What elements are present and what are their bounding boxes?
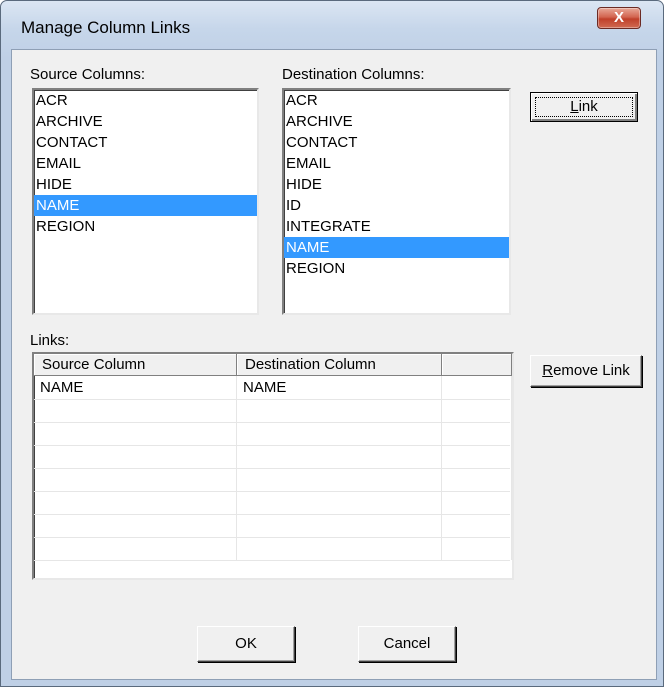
close-icon: X	[613, 9, 624, 26]
source-column-item-region[interactable]: REGION	[34, 216, 257, 237]
dialog-window: Manage Column Links X Source Columns: AC…	[0, 0, 664, 687]
table-row[interactable]	[34, 422, 512, 446]
source-columns-label: Source Columns:	[30, 66, 146, 83]
table-cell: NAME	[237, 376, 442, 399]
table-cell	[237, 537, 442, 560]
links-grid[interactable]: Source Column Destination Column NAME NAM…	[32, 352, 514, 580]
table-cell	[34, 491, 237, 514]
destination-column-item-name[interactable]: NAME	[284, 237, 509, 258]
table-cell	[442, 537, 512, 560]
source-columns-list[interactable]: ACR ARCHIVE CONTACT EMAIL HIDE NAME REGION	[32, 88, 259, 315]
source-column-item-hide[interactable]: HIDE	[34, 174, 257, 195]
table-cell: NAME	[34, 376, 237, 399]
links-label: Links:	[30, 332, 70, 349]
table-cell	[442, 491, 512, 514]
table-cell	[442, 399, 512, 422]
ok-button[interactable]: OK	[197, 626, 295, 662]
table-cell	[34, 399, 237, 422]
dialog-client-area: Source Columns: ACR ARCHIVE CONTACT EMAIL HI…	[11, 49, 657, 680]
destination-column-item-region[interactable]: REGION	[284, 258, 509, 279]
destination-column-item-id[interactable]: ID	[284, 195, 509, 216]
destination-column-item-contact[interactable]: CONTACT	[284, 132, 509, 153]
table-cell	[237, 491, 442, 514]
table-row[interactable]	[34, 514, 512, 538]
table-cell	[34, 514, 237, 537]
source-column-item-contact[interactable]: CONTACT	[34, 132, 257, 153]
table-row[interactable]	[34, 468, 512, 492]
window-title: Manage Column Links	[21, 18, 191, 37]
table-row[interactable]	[34, 537, 512, 561]
column-header-extra[interactable]	[442, 354, 512, 376]
column-header-destination[interactable]: Destination Column	[237, 354, 442, 376]
destination-column-item-integrate[interactable]: INTEGRATE	[284, 216, 509, 237]
table-cell	[34, 537, 237, 560]
table-cell	[34, 422, 237, 445]
destination-column-item-hide[interactable]: HIDE	[284, 174, 509, 195]
source-column-item-name[interactable]: NAME	[34, 195, 257, 216]
column-header-source[interactable]: Source Column	[34, 354, 237, 376]
table-cell	[442, 445, 512, 468]
table-cell	[442, 376, 512, 399]
table-row[interactable]	[34, 399, 512, 423]
table-cell	[34, 445, 237, 468]
destination-column-item-email[interactable]: EMAIL	[284, 153, 509, 174]
destination-column-item-acr[interactable]: ACR	[284, 90, 509, 111]
source-column-item-email[interactable]: EMAIL	[34, 153, 257, 174]
table-row[interactable]	[34, 445, 512, 469]
table-cell	[237, 514, 442, 537]
table-cell	[34, 468, 237, 491]
cancel-button[interactable]: Cancel	[358, 626, 456, 662]
destination-columns-label: Destination Columns:	[282, 66, 425, 83]
table-row[interactable]: NAME NAME	[34, 376, 512, 400]
source-column-item-archive[interactable]: ARCHIVE	[34, 111, 257, 132]
table-cell	[237, 445, 442, 468]
table-cell	[442, 468, 512, 491]
table-row[interactable]	[34, 491, 512, 515]
remove-link-button[interactable]: Remove Link	[530, 355, 642, 387]
table-cell	[237, 422, 442, 445]
table-cell	[237, 468, 442, 491]
source-column-item-acr[interactable]: ACR	[34, 90, 257, 111]
table-cell	[237, 399, 442, 422]
table-cell	[442, 422, 512, 445]
table-cell	[442, 514, 512, 537]
link-button[interactable]: Link	[530, 92, 638, 122]
destination-column-item-archive[interactable]: ARCHIVE	[284, 111, 509, 132]
close-button[interactable]: X	[597, 7, 641, 29]
destination-columns-list[interactable]: ACR ARCHIVE CONTACT EMAIL HIDE ID INTEGRATE NAM…	[282, 88, 511, 315]
